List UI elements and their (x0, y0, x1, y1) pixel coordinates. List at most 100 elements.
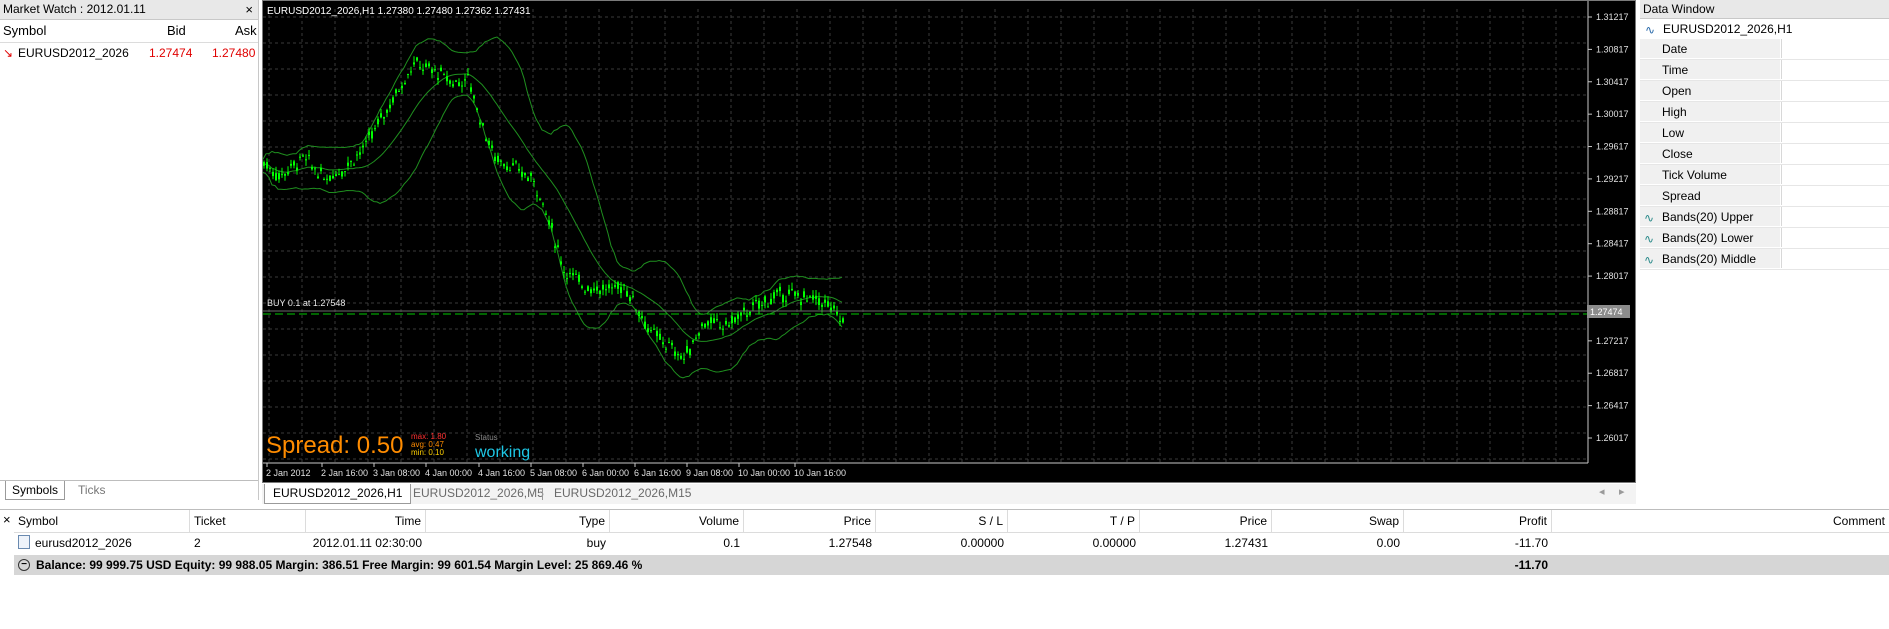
candle-body (608, 284, 610, 289)
candle-body (485, 139, 487, 141)
candle-body (785, 300, 787, 302)
candle-body (350, 160, 352, 162)
total-profit: -11.70 (1514, 558, 1548, 572)
data-window-label: Date (1640, 39, 1780, 58)
data-window-label: Open (1640, 81, 1780, 100)
candle-body (371, 131, 373, 139)
tab-chart-h1[interactable]: EURUSD2012_2026,H1 (264, 484, 412, 504)
candle-body (335, 174, 337, 177)
market-watch-title: Market Watch : 2012.01.11 (3, 2, 146, 16)
candle-body (479, 122, 481, 125)
collapse-icon[interactable]: − (18, 559, 30, 571)
data-window-value (1781, 186, 1889, 205)
candle-body (593, 288, 595, 291)
candle-body (266, 162, 268, 169)
tab-chart-m5[interactable]: EURUSD2012_2026,M5 (405, 484, 552, 503)
candle-body (452, 84, 454, 87)
candle-body (422, 69, 424, 71)
candle-body (503, 163, 505, 167)
column-header-current-price[interactable]: Price (1140, 510, 1272, 532)
column-header-price[interactable]: Price (744, 510, 876, 532)
candle-body (659, 333, 661, 340)
candle-body (686, 346, 688, 353)
candle-body (806, 300, 808, 302)
candle-body (410, 71, 412, 73)
column-header-type[interactable]: Type (426, 510, 610, 532)
candle-body (404, 82, 406, 85)
candle-body (758, 300, 760, 309)
candle-body (581, 286, 583, 288)
candle-body (746, 315, 748, 317)
candle-body (539, 198, 541, 200)
column-header-ask[interactable]: Ask (235, 20, 257, 42)
column-header-volume[interactable]: Volume (610, 510, 744, 532)
bid-value: 1.27474 (149, 46, 193, 60)
close-icon[interactable]: × (3, 512, 11, 527)
candle-body (677, 354, 679, 356)
time-tick-label: 10 Jan 00:00 (738, 468, 790, 478)
spread-label: Spread: 0.50 (266, 432, 403, 459)
candle-body (533, 181, 535, 183)
data-window-label: ∿ Bands(20) Upper (1640, 207, 1780, 226)
symbol-name: EURUSD2012_2026 (18, 46, 129, 60)
scroll-left-icon[interactable]: ◂ (1599, 485, 1605, 498)
candle-body (272, 171, 274, 177)
tab-ticks[interactable]: Ticks (72, 481, 112, 499)
candle-body (374, 128, 376, 130)
candle-body (392, 97, 394, 103)
column-header-symbol[interactable]: Symbol (14, 510, 190, 532)
candle-body (755, 300, 757, 302)
candle-body (662, 342, 664, 345)
column-header-profit[interactable]: Profit (1404, 510, 1552, 532)
candle-body (710, 317, 712, 324)
column-header-symbol[interactable]: Symbol (3, 20, 46, 42)
candle-body (467, 73, 469, 76)
column-header-time[interactable]: Time (306, 510, 426, 532)
chart-canvas[interactable]: 1.31217 1.30817 1.30417 1.30017 1.29617 1.292… (263, 1, 1635, 482)
data-window-symbol: ∿ EURUSD2012_2026,H1 (1640, 19, 1889, 39)
data-window-label: Low (1640, 123, 1780, 142)
candle-body (701, 323, 703, 327)
scroll-right-icon[interactable]: ▸ (1619, 485, 1625, 498)
column-header-swap[interactable]: Swap (1272, 510, 1404, 532)
candle-body (716, 319, 718, 321)
candle-body (545, 213, 547, 215)
candle-body (791, 288, 793, 291)
candle-body (740, 312, 742, 316)
indicator-icon: ∿ (1644, 232, 1655, 246)
balance-row: − Balance: 99 999.75 USD Equity: 99 988.… (14, 555, 1889, 575)
down-arrow-icon: ↘ (3, 46, 14, 60)
column-header-tp[interactable]: T / P (1008, 510, 1140, 532)
candle-body (386, 109, 388, 113)
price-tick-label: 1.31217 (1596, 12, 1629, 22)
candle-body (842, 318, 844, 323)
market-watch-row[interactable]: ↘ EURUSD2012_2026 1.27474 1.27480 (0, 43, 258, 63)
candle-body (425, 63, 427, 67)
data-window-label: Close (1640, 144, 1780, 163)
time-tick-label: 3 Jan 08:00 (373, 468, 420, 478)
candle-body (794, 291, 796, 296)
column-header-bid[interactable]: Bid (167, 20, 186, 42)
column-header-sl[interactable]: S / L (876, 510, 1008, 532)
candle-body (596, 286, 598, 291)
candle-body (497, 155, 499, 163)
column-header-ticket[interactable]: Ticket (190, 510, 306, 532)
data-window-value (1781, 207, 1889, 226)
trade-type: buy (586, 536, 606, 550)
tab-chart-m15[interactable]: EURUSD2012_2026,M15 (546, 484, 699, 503)
candle-body (827, 301, 829, 307)
tab-symbols[interactable]: Symbols (5, 481, 66, 500)
candle-body (347, 162, 349, 166)
trade-symbol: eurusd2012_2026 (14, 533, 190, 553)
candle-body (695, 337, 697, 339)
column-header-comment[interactable]: Comment (1552, 510, 1889, 532)
price-chart[interactable]: 1.31217 1.30817 1.30417 1.30017 1.29617 1.292… (262, 0, 1636, 483)
table-row[interactable]: eurusd2012_2026 2 2012.01.11 02:30:00 bu… (14, 533, 1889, 553)
candle-body (722, 328, 724, 330)
candle-body (671, 342, 673, 346)
candle-body (578, 274, 580, 282)
data-window-label: Spread (1640, 186, 1780, 205)
close-icon[interactable]: × (245, 0, 253, 19)
candle-body (734, 317, 736, 323)
candle-body (314, 168, 316, 170)
